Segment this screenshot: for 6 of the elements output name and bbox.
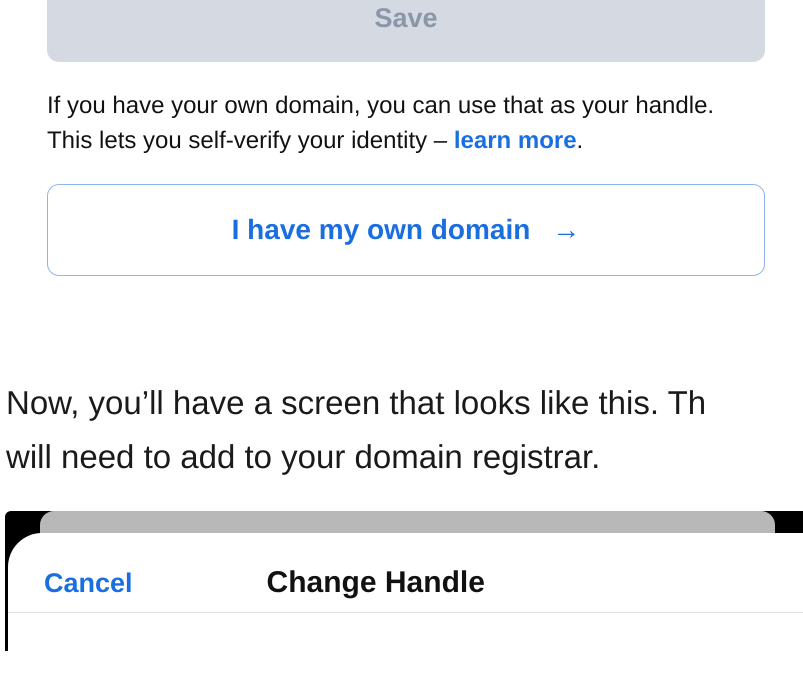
domain-note: If you have your own domain, you can use that as your handle. This lets you self-verify your identity – learn more. (47, 91, 716, 156)
article-text: Now, you’ll have a screen that looks like this. Th will need to add to your domain registrar. (6, 383, 708, 477)
cancel-link[interactable]: Cancel (44, 568, 133, 598)
own-domain-button[interactable]: I have my own domain → (47, 184, 765, 276)
sheet-title: Change Handle (266, 566, 485, 600)
learn-more-link[interactable]: learn more (454, 127, 577, 154)
